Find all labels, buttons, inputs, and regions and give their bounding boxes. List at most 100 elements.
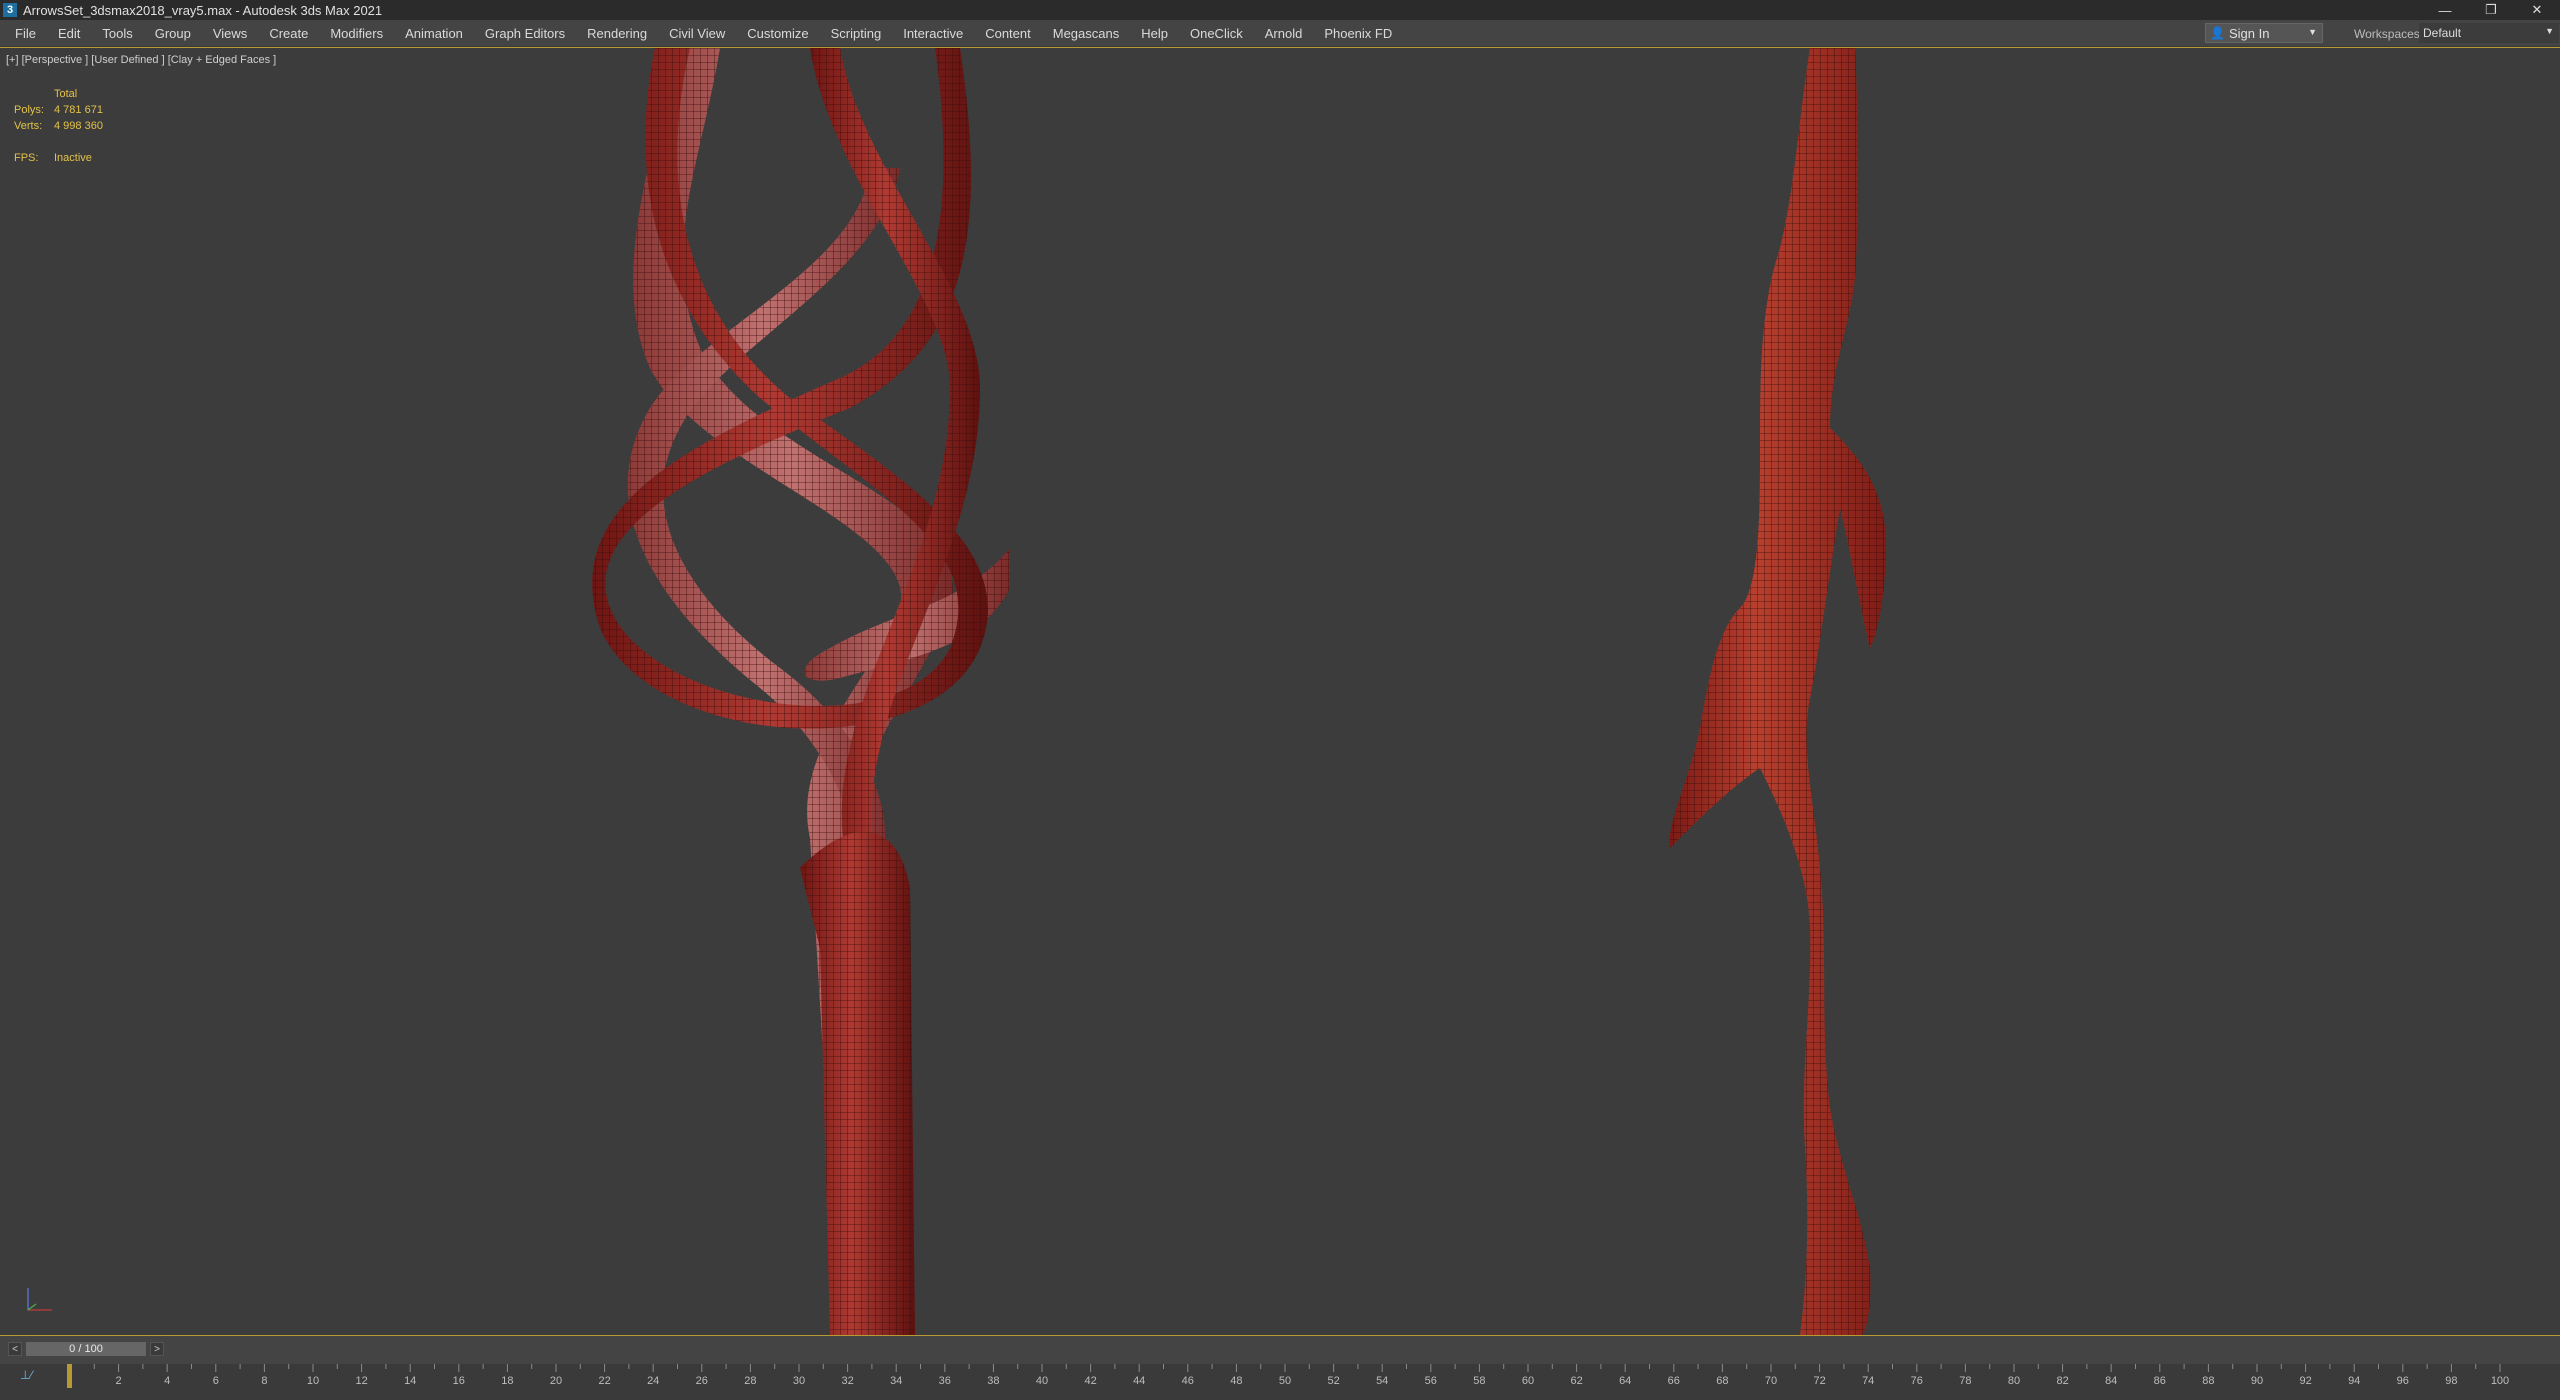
ruler-tick-label: 30 <box>793 1375 805 1387</box>
ruler-tick-label: 14 <box>404 1375 416 1387</box>
menu-create[interactable]: Create <box>258 20 319 46</box>
timeline-ruler[interactable]: 2 4 6 8 10 12 14 16 18 20 22 24 26 28 30 32 34 36 38 40 42 44… <box>0 1364 2560 1400</box>
ruler-tick-label: 62 <box>1570 1375 1582 1387</box>
menu-file[interactable]: File <box>4 20 47 46</box>
viewport-statistics: Total Polys: 4 781 671 Verts: 4 998 360 FP… <box>14 86 103 166</box>
perspective-viewport[interactable]: [+] [Perspective ] [User Defined ] [Clay… <box>0 47 2560 1336</box>
next-frame-button[interactable]: > <box>150 1342 164 1356</box>
ruler-tick-label: 74 <box>1862 1375 1874 1387</box>
restore-button[interactable]: ❐ <box>2468 0 2514 20</box>
polys-label: Polys: <box>14 104 44 116</box>
ruler-tick-label: 12 <box>355 1375 367 1387</box>
menu-edit[interactable]: Edit <box>47 20 91 46</box>
verts-label: Verts: <box>14 120 43 132</box>
ruler-tick-label: 82 <box>2056 1375 2068 1387</box>
ruler-tick-label: 98 <box>2445 1375 2457 1387</box>
ruler-tick-label: 10 <box>307 1375 319 1387</box>
workspaces-label: Workspaces: <box>2354 27 2424 41</box>
branch-model[interactable] <box>1669 48 1886 1335</box>
ruler-tick-label: 66 <box>1668 1375 1680 1387</box>
ruler-tick-label: 20 <box>550 1375 562 1387</box>
menu-arnold[interactable]: Arnold <box>1254 20 1314 46</box>
ruler-tick-label: 44 <box>1133 1375 1145 1387</box>
sign-in-label: Sign In <box>2228 25 2270 41</box>
ruler-tick-label: 78 <box>1959 1375 1971 1387</box>
previous-frame-button[interactable]: < <box>8 1342 22 1356</box>
twisted-branch-model[interactable] <box>592 48 1010 1335</box>
ruler-tick-label: 94 <box>2348 1375 2360 1387</box>
ruler-tick-label: 84 <box>2105 1375 2117 1387</box>
viewport-label[interactable]: [+] [Perspective ] [User Defined ] [Clay… <box>6 54 276 66</box>
menu-bar: File Edit Tools Group Views Create Modif… <box>0 20 2560 47</box>
ruler-tick-label: 26 <box>696 1375 708 1387</box>
ruler-tick-label: 70 <box>1765 1375 1777 1387</box>
menu-megascans[interactable]: Megascans <box>1042 20 1130 46</box>
menu-help[interactable]: Help <box>1130 20 1179 46</box>
ruler-tick-label: 24 <box>647 1375 659 1387</box>
workspaces-value: Default <box>2423 26 2462 40</box>
ruler-tick-label: 46 <box>1182 1375 1194 1387</box>
menu-phoenix-fd[interactable]: Phoenix FD <box>1313 20 1403 46</box>
ruler-tick-label: 34 <box>890 1375 902 1387</box>
window-title: ArrowsSet_3dsmax2018_vray5.max - Autodes… <box>23 2 383 18</box>
ruler-tick-label: 32 <box>841 1375 853 1387</box>
menu-animation[interactable]: Animation <box>394 20 474 46</box>
ruler-tick-label: 50 <box>1279 1375 1291 1387</box>
ruler-tick-label: 52 <box>1327 1375 1339 1387</box>
ruler-tick-label: 72 <box>1813 1375 1825 1387</box>
close-button[interactable]: ✕ <box>2514 0 2560 20</box>
menu-group[interactable]: Group <box>144 20 202 46</box>
ruler-tick-label: 42 <box>1084 1375 1096 1387</box>
menu-oneclick[interactable]: OneClick <box>1179 20 1254 46</box>
scene-render <box>592 48 1886 1335</box>
ruler-tick-label: 54 <box>1376 1375 1388 1387</box>
ruler-tick-label: 40 <box>1036 1375 1048 1387</box>
menu-graph-editors[interactable]: Graph Editors <box>474 20 576 46</box>
ruler-tick-label: 86 <box>2154 1375 2166 1387</box>
sign-in-button[interactable]: 👤 Sign In ▼ <box>2205 23 2323 43</box>
menu-customize[interactable]: Customize <box>736 20 819 46</box>
fps-value: Inactive <box>54 152 92 164</box>
ruler-tick-label: 88 <box>2202 1375 2214 1387</box>
track-bar[interactable]: 2 4 6 8 10 12 14 16 18 20 22 24 26 28 30 32 34 36 38 40 42 44… <box>0 1364 2560 1400</box>
3dsmax-icon[interactable]: 3 <box>3 3 17 17</box>
ruler-tick-label: 56 <box>1425 1375 1437 1387</box>
ruler-tick-label: 38 <box>987 1375 999 1387</box>
menu-modifiers[interactable]: Modifiers <box>319 20 394 46</box>
ruler-tick-label: 18 <box>501 1375 513 1387</box>
menu-interactive[interactable]: Interactive <box>892 20 974 46</box>
polys-value: 4 781 671 <box>54 104 103 116</box>
ruler-tick-label: 76 <box>1911 1375 1923 1387</box>
stats-total-label: Total <box>54 88 78 100</box>
ruler-tick-label: 64 <box>1619 1375 1631 1387</box>
window-controls: — ❐ ✕ <box>2422 0 2560 20</box>
ruler-tick-label: 96 <box>2397 1375 2409 1387</box>
workspaces-select[interactable]: Default ▼ <box>2419 23 2559 43</box>
caret-down-icon: ▼ <box>2545 26 2554 36</box>
menu-civil-view[interactable]: Civil View <box>658 20 736 46</box>
ruler-tick-label: 58 <box>1473 1375 1485 1387</box>
key-mode-icon[interactable]: ⊥⁄ <box>20 1368 42 1382</box>
ruler-tick-label: 4 <box>164 1375 170 1387</box>
time-slider[interactable]: 0 / 100 <box>26 1342 146 1356</box>
menu-views[interactable]: Views <box>202 20 258 46</box>
title-bar: 3 ArrowsSet_3dsmax2018_vray5.max - Autod… <box>0 0 2560 20</box>
minimize-button[interactable]: — <box>2422 0 2468 20</box>
menu-rendering[interactable]: Rendering <box>576 20 658 46</box>
menu-content[interactable]: Content <box>974 20 1042 46</box>
ruler-tick-label: 36 <box>939 1375 951 1387</box>
user-icon: 👤 <box>2210 26 2225 40</box>
ruler-tick-label: 22 <box>598 1375 610 1387</box>
menu-scripting[interactable]: Scripting <box>820 20 893 46</box>
menu-tools[interactable]: Tools <box>91 20 143 46</box>
ruler-tick-label: 80 <box>2008 1375 2020 1387</box>
fps-label: FPS: <box>14 152 39 164</box>
time-slider-bar: < 0 / 100 > <box>0 1337 2560 1364</box>
ruler-tick-label: 48 <box>1230 1375 1242 1387</box>
current-frame-marker[interactable] <box>67 1364 72 1388</box>
ruler-tick-label: 16 <box>453 1375 465 1387</box>
verts-value: 4 998 360 <box>54 120 103 132</box>
axis-gizmo-icon <box>27 1288 52 1311</box>
ruler-tick-label: 60 <box>1522 1375 1534 1387</box>
ruler-tick-label: 6 <box>213 1375 219 1387</box>
